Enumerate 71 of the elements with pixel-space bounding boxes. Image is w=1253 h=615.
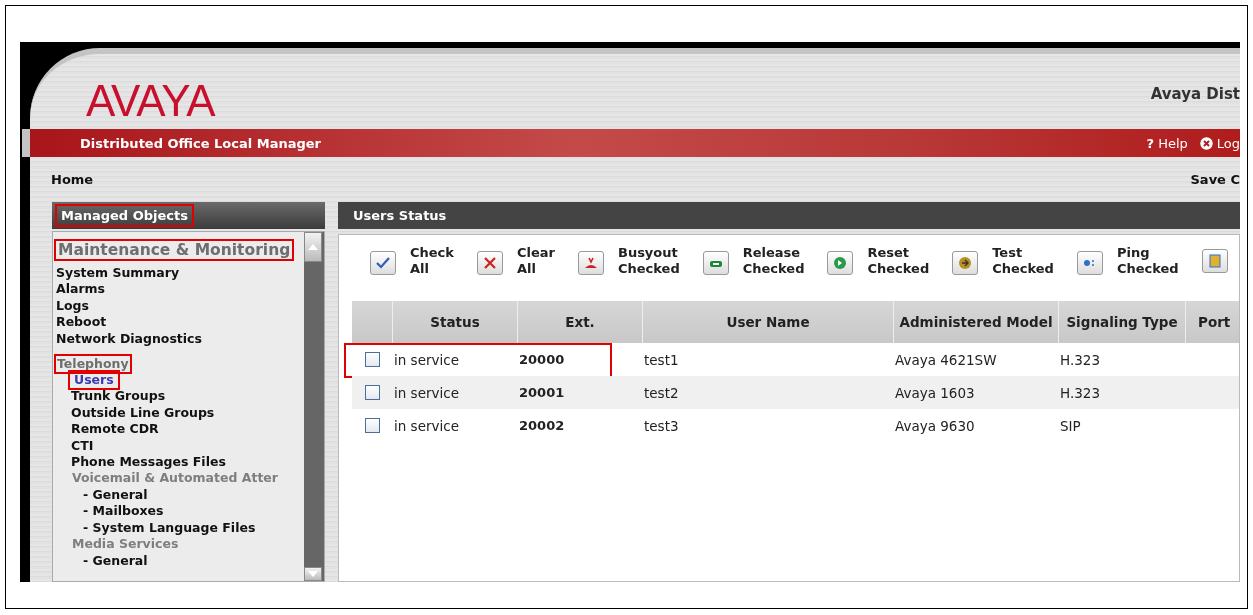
sidebar-item[interactable]: Users: [70, 372, 118, 389]
toolbar-label[interactable]: Release Checked: [742, 245, 805, 277]
toolbar-button[interactable]: [577, 251, 604, 275]
sidebar-item[interactable]: Network Diagnostics: [56, 330, 203, 348]
table-cell: Avaya 4621SW: [895, 351, 997, 368]
toolbar-button[interactable]: [370, 251, 396, 275]
table-cell: H.323: [1060, 351, 1100, 368]
cross-icon: [481, 256, 498, 270]
toolbar-label[interactable]: Test Checked: [992, 245, 1054, 277]
table-cell: test2: [644, 384, 679, 401]
scroll-up-button[interactable]: [304, 232, 322, 262]
table-cell: test3: [644, 417, 679, 434]
sidebar-item[interactable]: - System Language Files: [70, 519, 257, 537]
logo: AVAYA: [86, 79, 215, 123]
table-cell: H.323: [1060, 384, 1100, 401]
sidebar-item[interactable]: - Mailboxes: [70, 503, 165, 520]
sidebar-item[interactable]: - General: [70, 552, 149, 569]
document-icon: [1206, 254, 1223, 268]
down-arrow-icon: [308, 571, 318, 577]
section-title: Telephony: [56, 356, 130, 373]
checkbox[interactable]: [364, 352, 380, 367]
up-arrow-icon: [308, 244, 318, 250]
home-link[interactable]: Home: [51, 172, 94, 187]
close-icon: [1199, 136, 1213, 150]
table-row[interactable]: in service 20001 test2 Avaya 1603 H.323: [352, 376, 1239, 409]
group-title: Media Services: [71, 536, 179, 553]
toolbar-label[interactable]: Clear All: [516, 245, 555, 277]
toolbar-label[interactable]: Reset Checked: [867, 245, 930, 277]
toolbar-button[interactable]: [952, 251, 979, 275]
check-icon: [375, 256, 391, 270]
checkbox[interactable]: [364, 418, 380, 433]
sidebar-item[interactable]: Outside Line Groups: [70, 404, 216, 422]
sidebar-item[interactable]: Remote CDR: [70, 421, 160, 438]
sidebar-item[interactable]: Phone Messages Files: [70, 454, 227, 471]
table-cell: Avaya 1603: [895, 384, 975, 401]
section-title: Maintenance & Monitoring: [56, 241, 293, 259]
sidebar-title: Managed Objects: [57, 206, 192, 225]
scrollbar[interactable]: [304, 232, 324, 581]
panel-title: Users Status: [353, 208, 447, 223]
app-name: Distributed Office Local Manager: [80, 135, 322, 151]
table-cell: in service: [394, 384, 459, 401]
table-cell: 20002: [519, 418, 565, 433]
toolbar-label[interactable]: Busyout Checked: [617, 245, 680, 277]
product-title: Avaya Dist: [1150, 85, 1240, 103]
sidebar-item[interactable]: Logs: [56, 297, 90, 315]
table-cell: in service: [394, 351, 459, 368]
reset-icon: [832, 256, 849, 270]
toolbar-label[interactable]: Ping Checked: [1116, 245, 1179, 277]
scroll-down-button[interactable]: [304, 567, 322, 581]
toolbar-button[interactable]: [702, 251, 729, 275]
table-cell: 20000: [519, 352, 565, 367]
table-cell: test1: [644, 351, 679, 368]
toolbar-button[interactable]: [1076, 251, 1103, 275]
sidebar-item[interactable]: Trunk Groups: [70, 388, 167, 405]
header-link[interactable]: ? Help: [1146, 135, 1188, 151]
sidebar-item[interactable]: Alarms: [56, 281, 107, 298]
header-link[interactable]: Log: [1199, 135, 1240, 151]
save-link[interactable]: Save C: [1190, 172, 1240, 187]
table-cell: Avaya 9630: [895, 417, 975, 434]
sidebar-item[interactable]: - General: [70, 486, 149, 504]
sidebar-item[interactable]: CTI: [70, 437, 95, 455]
group-title: Voicemail & Automated Atter: [71, 470, 278, 487]
sidebar-item[interactable]: System Summary: [56, 265, 181, 282]
table-cell: SIP: [1060, 417, 1081, 434]
table-cell: in service: [394, 417, 459, 434]
checkbox[interactable]: [364, 385, 380, 400]
column-header: Status: [392, 301, 517, 343]
sidebar-item[interactable]: Reboot: [56, 314, 108, 331]
toolbar-button[interactable]: [476, 251, 503, 275]
table-cell: 20001: [519, 385, 565, 400]
toolbar-label[interactable]: Check All: [410, 245, 454, 277]
